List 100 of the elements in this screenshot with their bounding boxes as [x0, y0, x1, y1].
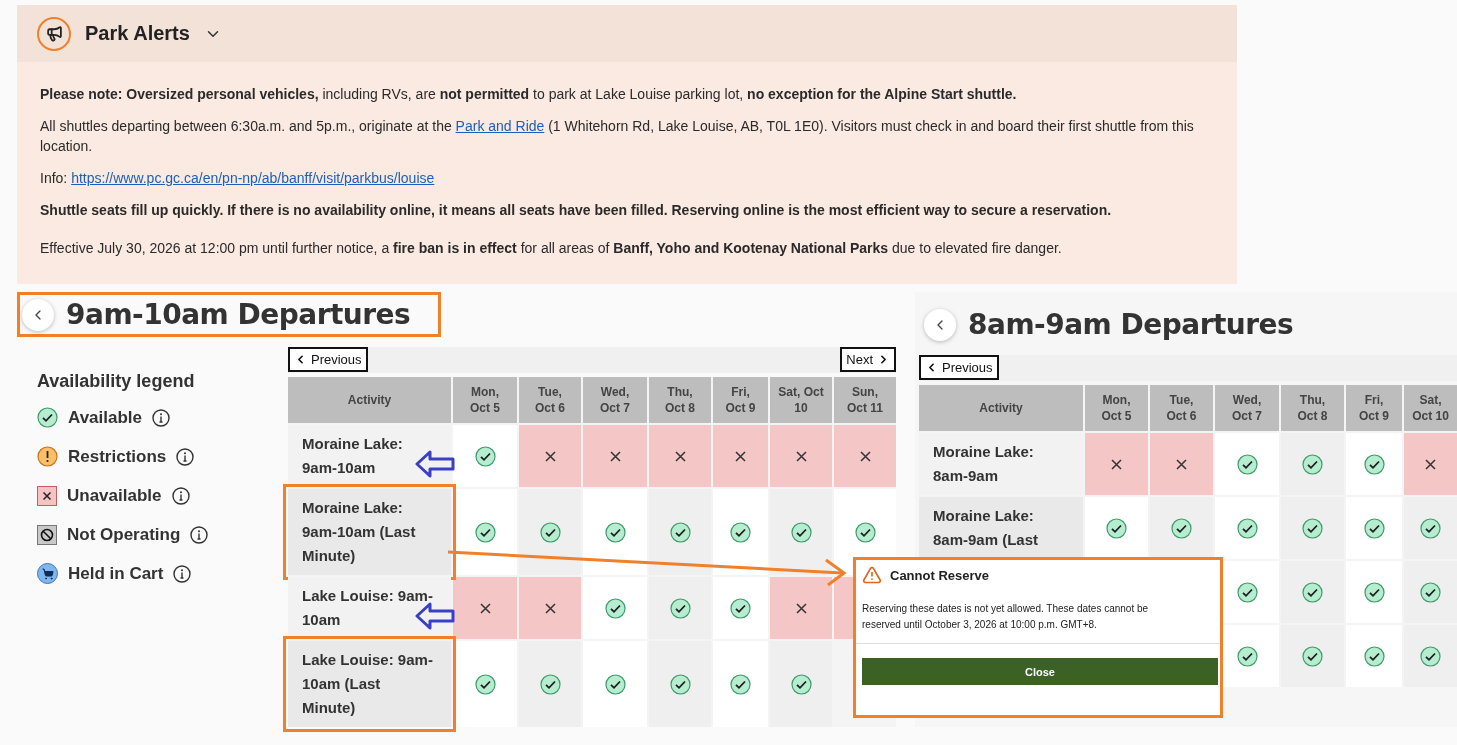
check-icon: [1302, 517, 1323, 539]
exclamation-icon: [37, 446, 58, 467]
column-header: Wed, Oct 7: [1215, 385, 1279, 431]
info-icon[interactable]: [152, 408, 171, 427]
check-icon: [474, 673, 496, 695]
check-icon: [669, 597, 691, 619]
alert-link[interactable]: https://www.pc.gc.ca/en/pn-np/ab/banff/visit/parkbus/louise: [71, 170, 435, 186]
check-icon: [1420, 517, 1441, 539]
availability-cell[interactable]: [1150, 433, 1213, 495]
availability-cell[interactable]: [1085, 497, 1148, 559]
availability-cell[interactable]: [1281, 433, 1344, 495]
x-square-icon: [37, 485, 57, 506]
availability-cell[interactable]: [453, 577, 517, 639]
check-icon: [1363, 453, 1385, 475]
close-button[interactable]: Close: [862, 658, 1218, 685]
dialog-title: Cannot Reserve: [890, 567, 989, 583]
availability-cell[interactable]: [713, 641, 768, 727]
availability-cell[interactable]: [1404, 497, 1457, 559]
availability-cell[interactable]: [1215, 433, 1279, 495]
availability-cell[interactable]: [583, 641, 647, 727]
check-icon: [1302, 453, 1323, 475]
back-button[interactable]: [22, 298, 54, 331]
info-icon[interactable]: [176, 447, 195, 466]
x-mark-icon: [544, 602, 556, 614]
section-title: 9am-10am Departures: [66, 298, 411, 331]
check-icon: [539, 673, 561, 695]
back-button[interactable]: [924, 308, 956, 341]
x-mark-icon: [735, 450, 746, 462]
availability-cell[interactable]: [1404, 433, 1457, 495]
section-title: 8am-9am Departures: [968, 308, 1294, 341]
availability-cell[interactable]: [713, 577, 768, 639]
legend-title: Availability legend: [37, 371, 196, 392]
availability-cell[interactable]: [583, 425, 647, 487]
check-icon: [1363, 645, 1385, 667]
x-mark-icon: [1176, 458, 1187, 470]
availability-cell[interactable]: [770, 641, 832, 727]
cart-icon: [37, 563, 58, 584]
availability-cell[interactable]: [1150, 497, 1213, 559]
legend-label: Held in Cart: [68, 563, 164, 584]
availability-cell[interactable]: [1281, 625, 1344, 687]
x-mark-icon: [795, 602, 807, 614]
availability-cell[interactable]: [519, 577, 581, 639]
column-header: Activity: [919, 385, 1083, 431]
check-icon: [539, 521, 561, 543]
info-icon[interactable]: [171, 486, 190, 505]
availability-cell[interactable]: [770, 577, 832, 639]
x-mark-icon: [1111, 458, 1122, 470]
check-icon: [1236, 517, 1258, 539]
availability-cell[interactable]: [1346, 561, 1402, 623]
availability-cell[interactable]: [1281, 561, 1344, 623]
availability-cell[interactable]: [1215, 497, 1279, 559]
availability-cell[interactable]: [1346, 497, 1402, 559]
alert-paragraph: Shuttle seats fill up quickly. If there is no availability online, it means all seats have been filled. Reserving online is the most efficient way to secure a reservation.: [40, 201, 1113, 220]
alert-link[interactable]: Park and Ride: [455, 118, 545, 134]
previous-button[interactable]: Previous: [919, 355, 999, 380]
availability-cell[interactable]: [713, 425, 768, 487]
check-icon: [1420, 581, 1441, 603]
availability-cell[interactable]: [649, 425, 711, 487]
check-icon: [669, 521, 691, 543]
availability-cell[interactable]: [713, 489, 768, 575]
column-header: Wed, Oct 7: [583, 377, 647, 423]
check-icon: [1302, 581, 1323, 603]
next-button[interactable]: Next: [840, 347, 896, 372]
availability-cell[interactable]: [519, 489, 581, 575]
availability-cell[interactable]: [1346, 625, 1402, 687]
check-icon: [604, 597, 626, 619]
availability-cell[interactable]: [649, 641, 711, 727]
availability-cell[interactable]: [770, 425, 832, 487]
availability-cell[interactable]: [583, 489, 647, 575]
availability-cell[interactable]: [1404, 561, 1457, 623]
availability-cell[interactable]: [519, 641, 581, 727]
availability-cell[interactable]: [649, 577, 711, 639]
x-mark-icon: [544, 450, 556, 462]
info-icon[interactable]: [173, 564, 192, 583]
column-header: Fri, Oct 9: [1346, 385, 1402, 431]
ban-icon: [37, 524, 57, 545]
availability-cell[interactable]: [519, 425, 581, 487]
availability-cell[interactable]: [583, 577, 647, 639]
availability-cell[interactable]: [453, 489, 517, 575]
availability-cell[interactable]: [1281, 497, 1344, 559]
check-icon: [730, 521, 751, 543]
availability-cell[interactable]: [649, 489, 711, 575]
availability-cell[interactable]: [834, 425, 896, 487]
x-mark-icon: [1425, 458, 1436, 470]
check-icon: [1236, 581, 1258, 603]
availability-cell[interactable]: [770, 489, 832, 575]
column-header: Thu, Oct 8: [649, 377, 711, 423]
dialog-message: Reserving these dates is not yet allowed. These dates cannot be reserved until October 3, 2026 at 10:00 p.m. GMT+8.: [862, 602, 1150, 632]
check-icon: [669, 673, 691, 695]
column-header: Sat, Oct 10: [770, 377, 832, 423]
previous-button[interactable]: Previous: [288, 347, 368, 372]
alerts-header[interactable]: Park Alerts: [17, 5, 1237, 62]
availability-cell[interactable]: [1346, 433, 1402, 495]
check-icon: [37, 407, 58, 428]
availability-cell[interactable]: [1085, 433, 1148, 495]
check-icon: [1420, 645, 1441, 667]
info-icon[interactable]: [190, 525, 209, 544]
availability-cell[interactable]: [1404, 625, 1457, 687]
availability-cell[interactable]: [453, 425, 517, 487]
availability-cell[interactable]: [453, 641, 517, 727]
